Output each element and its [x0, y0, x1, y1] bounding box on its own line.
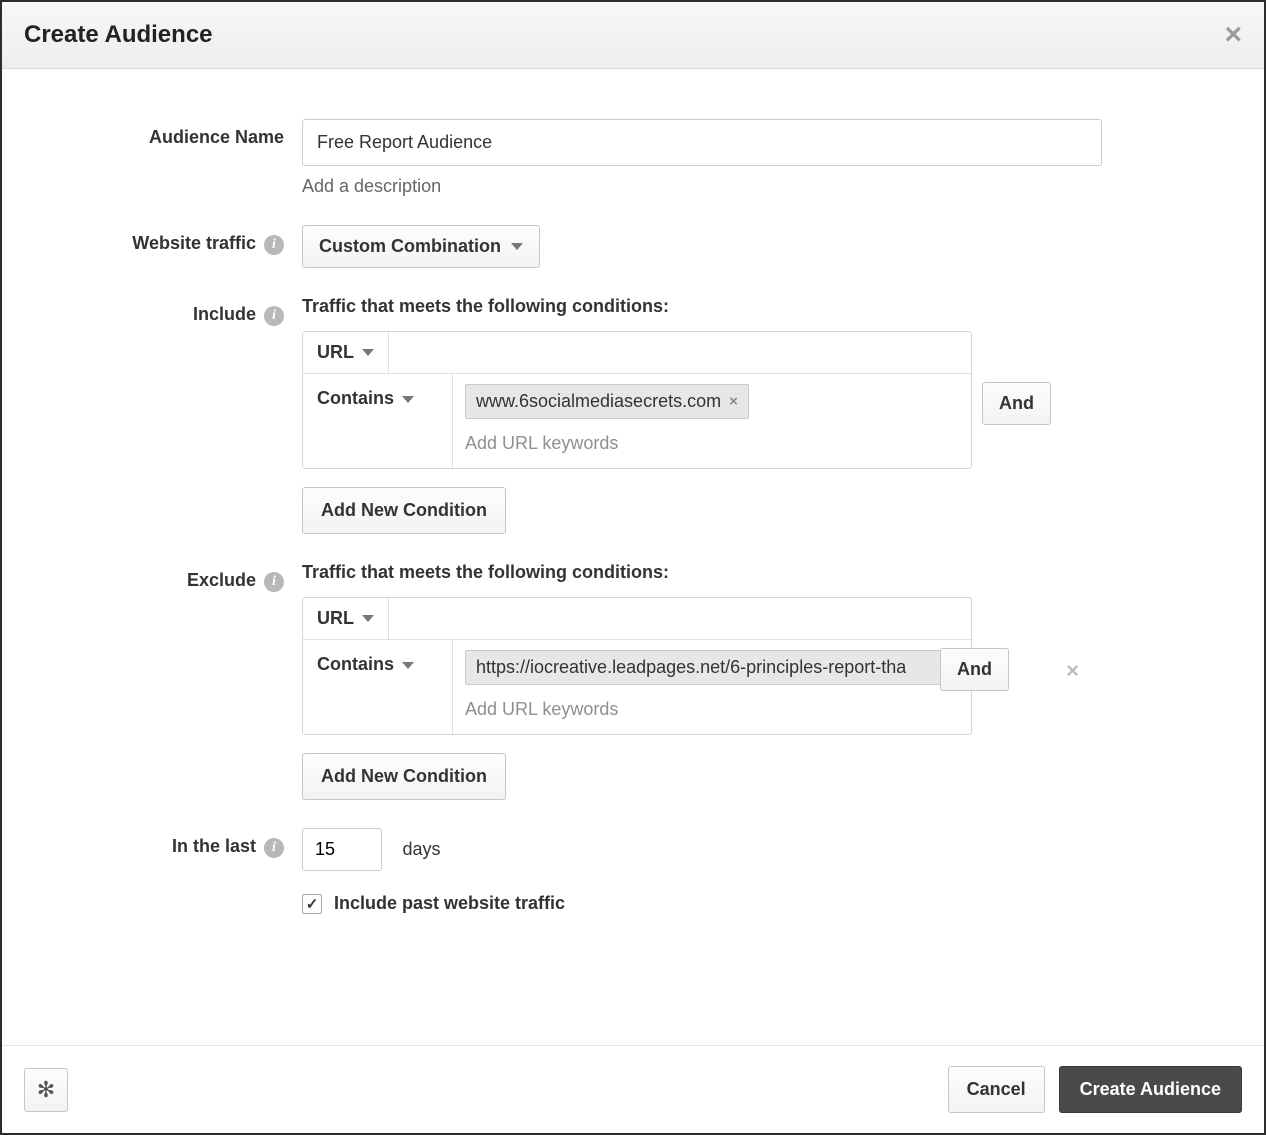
exclude-url-placeholder[interactable]: Add URL keywords: [465, 699, 959, 720]
exclude-url-select[interactable]: URL: [303, 598, 389, 639]
exclude-and-button[interactable]: And: [940, 648, 1009, 691]
include-value-cell[interactable]: www.6socialmediasecrets.com × Add URL ke…: [453, 374, 971, 468]
chevron-down-icon: [511, 243, 523, 250]
label-text-in-the-last: In the last: [172, 836, 256, 857]
exclude-url-chip: https://iocreative.leadpages.net/6-princ…: [465, 650, 959, 685]
row-include: Include i Traffic that meets the followi…: [42, 296, 1224, 534]
include-contains-select[interactable]: Contains: [303, 374, 453, 468]
exclude-add-new-condition-button[interactable]: Add New Condition: [302, 753, 506, 800]
exclude-condition-box: URL Contains https://iocreative.leadpage…: [302, 597, 972, 735]
include-condition-box: URL Contains www.6socialmediasecrets.com: [302, 331, 972, 469]
label-text-exclude: Exclude: [187, 570, 256, 591]
info-icon[interactable]: i: [264, 572, 284, 592]
remove-exclude-icon[interactable]: ×: [1066, 658, 1079, 684]
remove-chip-icon[interactable]: ×: [729, 393, 738, 410]
info-icon[interactable]: i: [264, 838, 284, 858]
exclude-value-cell[interactable]: https://iocreative.leadpages.net/6-princ…: [453, 640, 971, 734]
close-icon[interactable]: ×: [1224, 20, 1242, 50]
add-description-link[interactable]: Add a description: [302, 176, 441, 197]
include-url-select-value: URL: [317, 342, 354, 363]
chevron-down-icon: [362, 615, 374, 622]
cancel-button[interactable]: Cancel: [948, 1066, 1045, 1113]
website-traffic-select-value: Custom Combination: [319, 236, 501, 257]
chevron-down-icon: [402, 662, 414, 669]
include-contains-select-value: Contains: [317, 388, 394, 409]
include-url-select[interactable]: URL: [303, 332, 389, 373]
modal-footer: ✻ Cancel Create Audience: [2, 1045, 1264, 1133]
include-past-traffic-label: Include past website traffic: [334, 893, 565, 914]
modal-title: Create Audience: [24, 21, 213, 49]
modal-body: Audience Name Add a description Website …: [2, 69, 1264, 1045]
exclude-contains-select-value: Contains: [317, 654, 394, 675]
gear-icon[interactable]: ✻: [24, 1068, 68, 1112]
include-description: Traffic that meets the following conditi…: [302, 296, 1224, 317]
label-exclude: Exclude i: [42, 562, 302, 800]
row-website-traffic: Website traffic i Custom Combination: [42, 225, 1224, 268]
include-url-chip: www.6socialmediasecrets.com ×: [465, 384, 749, 419]
label-include: Include i: [42, 296, 302, 534]
row-exclude: Exclude i Traffic that meets the followi…: [42, 562, 1224, 800]
exclude-url-chip-text: https://iocreative.leadpages.net/6-princ…: [476, 657, 906, 678]
exclude-url-select-value: URL: [317, 608, 354, 629]
include-past-traffic-checkbox[interactable]: ✓: [302, 894, 322, 914]
label-in-the-last: In the last i: [42, 828, 302, 914]
chevron-down-icon: [362, 349, 374, 356]
row-in-the-last: In the last i days ✓ Include past websit…: [42, 828, 1224, 914]
row-audience-name: Audience Name Add a description: [42, 119, 1224, 197]
label-audience-name: Audience Name: [42, 119, 302, 197]
audience-name-input[interactable]: [302, 119, 1102, 166]
include-url-chip-text: www.6socialmediasecrets.com: [476, 391, 721, 412]
create-audience-modal: Create Audience × Audience Name Add a de…: [0, 0, 1266, 1135]
modal-header: Create Audience ×: [2, 2, 1264, 69]
website-traffic-select[interactable]: Custom Combination: [302, 225, 540, 268]
days-input[interactable]: [302, 828, 382, 871]
include-add-new-condition-button[interactable]: Add New Condition: [302, 487, 506, 534]
chevron-down-icon: [402, 396, 414, 403]
label-text-audience-name: Audience Name: [149, 127, 284, 148]
exclude-contains-select[interactable]: Contains: [303, 640, 453, 734]
create-audience-button[interactable]: Create Audience: [1059, 1066, 1242, 1113]
info-icon[interactable]: i: [264, 235, 284, 255]
label-text-website-traffic: Website traffic: [132, 233, 256, 254]
include-past-traffic-row: ✓ Include past website traffic: [302, 893, 1224, 914]
exclude-description: Traffic that meets the following conditi…: [302, 562, 1224, 583]
info-icon[interactable]: i: [264, 306, 284, 326]
label-website-traffic: Website traffic i: [42, 225, 302, 268]
days-unit-label: days: [402, 839, 440, 859]
include-url-placeholder[interactable]: Add URL keywords: [465, 433, 959, 454]
label-text-include: Include: [193, 304, 256, 325]
include-and-button[interactable]: And: [982, 382, 1051, 425]
